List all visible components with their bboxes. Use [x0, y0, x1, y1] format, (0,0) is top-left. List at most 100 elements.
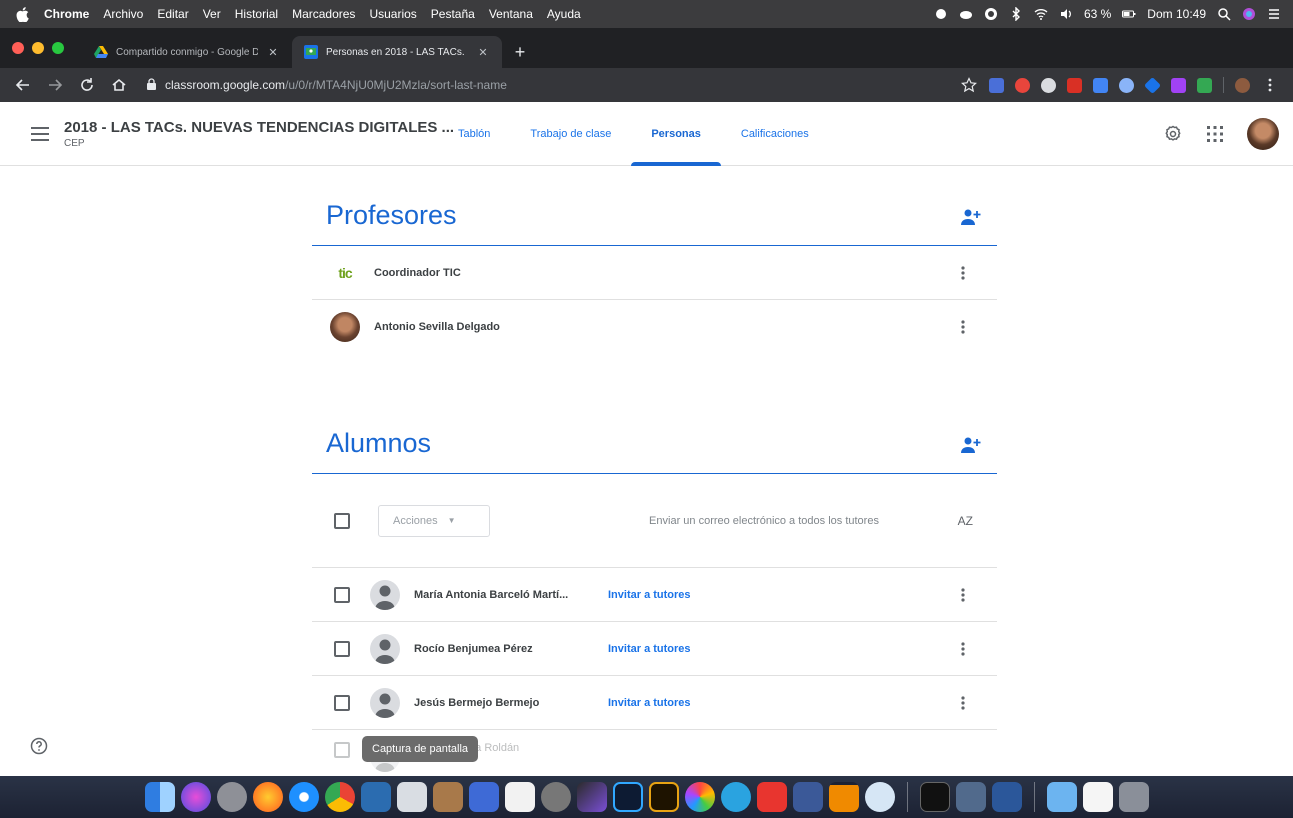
safari-icon[interactable]: [288, 782, 319, 812]
window-thumbnail-icon[interactable]: [955, 782, 986, 812]
student-checkbox[interactable]: [334, 586, 350, 603]
bridge-icon[interactable]: [648, 782, 679, 812]
class-info[interactable]: 2018 - LAS TACs. NUEVAS TENDENCIAS DIGIT…: [64, 119, 454, 149]
maximize-window-button[interactable]: [52, 42, 64, 54]
account-avatar[interactable]: [1247, 117, 1279, 150]
profile-avatar-icon[interactable]: [1235, 77, 1250, 93]
actions-dropdown[interactable]: Acciones ▼: [378, 504, 490, 537]
extension-icon[interactable]: [1171, 77, 1186, 93]
trash-icon[interactable]: [1118, 782, 1149, 812]
app-icon[interactable]: [792, 782, 823, 812]
notes-icon[interactable]: [468, 782, 499, 812]
menu-usuarios[interactable]: Usuarios: [369, 7, 416, 21]
terminal-icon[interactable]: [919, 782, 950, 812]
more-options-icon[interactable]: [951, 691, 975, 715]
more-options-icon[interactable]: [951, 261, 975, 285]
finder-icon[interactable]: [144, 782, 175, 812]
close-tab-icon[interactable]: ✕: [476, 45, 490, 59]
tab-personas[interactable]: Personas: [631, 102, 721, 166]
extension-icon[interactable]: [989, 77, 1004, 93]
new-tab-button[interactable]: +: [506, 36, 534, 68]
lock-icon[interactable]: [146, 77, 157, 93]
student-checkbox[interactable]: [334, 742, 350, 758]
sync-icon[interactable]: [984, 7, 998, 21]
extension-icon[interactable]: [1119, 77, 1134, 93]
app-icon[interactable]: [864, 782, 895, 812]
photo-booth-icon[interactable]: [396, 782, 427, 812]
invite-student-icon[interactable]: [961, 436, 981, 459]
extension-icon[interactable]: [1093, 77, 1108, 93]
menubar-clock[interactable]: Dom 10:49: [1147, 7, 1206, 21]
tab-google-drive[interactable]: Compartido conmigo - Google Drive ✕: [82, 36, 292, 68]
menu-ventana[interactable]: Ventana: [489, 7, 533, 21]
bookmark-star-icon[interactable]: [960, 76, 978, 94]
student-checkbox[interactable]: [334, 694, 350, 711]
tab-classroom-personas[interactable]: Personas en 2018 - LAS TACs. NUEVAS ✕: [292, 36, 502, 68]
extension-icon[interactable]: [1197, 77, 1212, 93]
chrome-menu-icon[interactable]: [1261, 76, 1279, 94]
apple-icon[interactable]: [12, 4, 32, 24]
document-icon[interactable]: [1082, 782, 1113, 812]
sort-az-icon[interactable]: AZ: [958, 514, 973, 528]
menu-editar[interactable]: Editar: [157, 7, 188, 21]
forward-icon[interactable]: [46, 76, 64, 94]
menu-ayuda[interactable]: Ayuda: [547, 7, 581, 21]
invite-tutors-link[interactable]: Invitar a tutores: [608, 697, 691, 709]
close-window-button[interactable]: [12, 42, 24, 54]
menu-historial[interactable]: Historial: [235, 7, 278, 21]
invite-tutors-link[interactable]: Invitar a tutores: [608, 643, 691, 655]
battery-icon[interactable]: [1122, 7, 1136, 21]
siri-icon[interactable]: [180, 782, 211, 812]
wifi-icon[interactable]: [1034, 7, 1048, 21]
select-all-checkbox[interactable]: [334, 512, 350, 529]
settings-gear-icon[interactable]: [1163, 124, 1183, 144]
google-apps-grid-icon[interactable]: [1205, 124, 1225, 144]
back-icon[interactable]: [14, 76, 32, 94]
student-checkbox[interactable]: [334, 640, 350, 657]
photos-icon[interactable]: [684, 782, 715, 812]
menu-archivo[interactable]: Archivo: [103, 7, 143, 21]
help-icon[interactable]: [30, 737, 48, 755]
cloud-icon[interactable]: [959, 7, 973, 21]
extension-icon[interactable]: [1067, 77, 1082, 93]
preview-icon[interactable]: [360, 782, 391, 812]
word-icon[interactable]: [991, 782, 1022, 812]
photoshop-icon[interactable]: [612, 782, 643, 812]
more-options-icon[interactable]: [951, 315, 975, 339]
bluetooth-icon[interactable]: [1009, 7, 1023, 21]
spotlight-search-icon[interactable]: [1217, 7, 1231, 21]
main-menu-button[interactable]: [16, 110, 64, 158]
email-all-tutors-link[interactable]: Enviar un correo electrónico a todos los…: [634, 504, 894, 538]
extension-icon[interactable]: [1041, 77, 1056, 93]
invite-tutors-link[interactable]: Invitar a tutores: [608, 589, 691, 601]
tab-calificaciones[interactable]: Calificaciones: [721, 102, 829, 166]
more-options-icon[interactable]: [951, 637, 975, 661]
address-bar[interactable]: classroom.google.com/u/0/r/MTA4NjU0MjU2M…: [142, 72, 946, 98]
launchpad-icon[interactable]: [216, 782, 247, 812]
calendar-icon[interactable]: [504, 782, 535, 812]
home-icon[interactable]: [110, 76, 128, 94]
volume-icon[interactable]: [1059, 7, 1073, 21]
more-options-icon[interactable]: [951, 583, 975, 607]
chrome-icon[interactable]: [324, 782, 355, 812]
telegram-icon[interactable]: [720, 782, 751, 812]
close-tab-icon[interactable]: ✕: [266, 45, 280, 59]
menu-marcadores[interactable]: Marcadores: [292, 7, 355, 21]
extension-icon[interactable]: [1144, 76, 1161, 94]
notification-center-icon[interactable]: [1267, 7, 1281, 21]
menu-chrome[interactable]: Chrome: [44, 7, 89, 21]
contacts-icon[interactable]: [432, 782, 463, 812]
tab-trabajo-de-clase[interactable]: Trabajo de clase: [510, 102, 631, 166]
reload-icon[interactable]: [78, 76, 96, 94]
invite-teacher-icon[interactable]: [961, 208, 981, 231]
vlc-icon[interactable]: [828, 782, 859, 812]
minimize-window-button[interactable]: [32, 42, 44, 54]
folder-icon[interactable]: [1046, 782, 1077, 812]
dvd-player-icon[interactable]: [540, 782, 571, 812]
menu-pestana[interactable]: Pestaña: [431, 7, 475, 21]
tab-tablon[interactable]: Tablón: [438, 102, 510, 166]
siri-icon[interactable]: [1242, 7, 1256, 21]
status-dot-icon[interactable]: [934, 7, 948, 21]
firefox-icon[interactable]: [252, 782, 283, 812]
final-cut-icon[interactable]: [576, 782, 607, 812]
